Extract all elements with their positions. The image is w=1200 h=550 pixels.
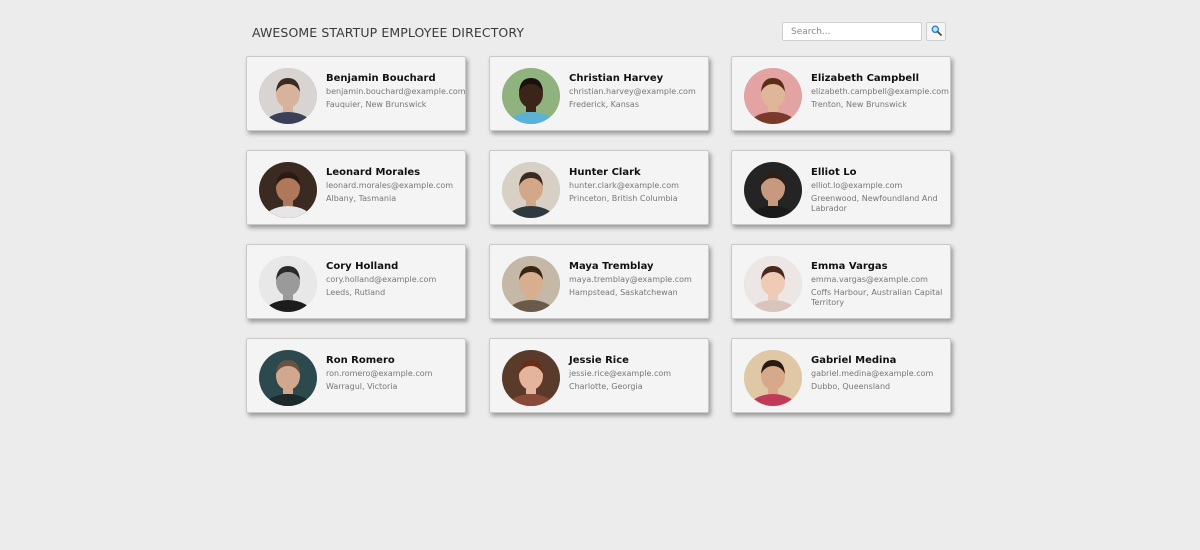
- avatar: [744, 162, 802, 218]
- employee-info: Christian Harvey christian.harvey@example…: [569, 73, 707, 110]
- employee-location: Charlotte, Georgia: [569, 382, 643, 391]
- avatar: [502, 256, 560, 312]
- avatar: [744, 256, 802, 312]
- employee-email: jessie.rice@example.com: [569, 369, 672, 378]
- employee-info: Elizabeth Campbell elizabeth.campbell@exa…: [811, 73, 949, 110]
- employee-card[interactable]: Elizabeth Campbell elizabeth.campbell@exa…: [731, 56, 951, 131]
- employee-name: Leonard Morales: [326, 167, 421, 178]
- employee-location: Trenton, New Brunswick: [811, 100, 907, 109]
- search-button[interactable]: [926, 22, 946, 41]
- avatar: [502, 350, 560, 406]
- employee-info: Benjamin Bouchard benjamin.bouchard@examp…: [326, 73, 466, 110]
- employee-card[interactable]: Elliot Lo elliot.lo@example.com Greenwood,…: [731, 150, 951, 225]
- employee-info: Maya Tremblay maya.tremblay@example.com Ha…: [569, 261, 707, 298]
- employee-name: Jessie Rice: [569, 355, 629, 366]
- employee-email: maya.tremblay@example.com: [569, 275, 692, 284]
- employee-name: Gabriel Medina: [811, 355, 897, 366]
- employee-location: Dubbo, Queensland: [811, 382, 891, 391]
- employee-location: Coffs Harbour, Australian Capital Territ…: [811, 288, 943, 307]
- search-input[interactable]: [782, 22, 922, 41]
- employee-location: Albany, Tasmania: [326, 194, 397, 203]
- employee-directory-page: AWESOME STARTUP EMPLOYEE DIRECTORY Benja…: [0, 0, 1200, 550]
- employee-location: Frederick, Kansas: [569, 100, 639, 109]
- avatar: [259, 350, 317, 406]
- employee-info: Elliot Lo elliot.lo@example.com Greenwood,…: [811, 167, 949, 214]
- employee-email: elliot.lo@example.com: [811, 181, 903, 190]
- avatar: [259, 162, 317, 218]
- employee-name: Elliot Lo: [811, 167, 857, 178]
- employee-card[interactable]: Emma Vargas emma.vargas@example.com Coffs …: [731, 244, 951, 319]
- employee-card[interactable]: Maya Tremblay maya.tremblay@example.com Ha…: [489, 244, 709, 319]
- employee-info: Jessie Rice jessie.rice@example.com Charlo…: [569, 355, 707, 392]
- employee-email: elizabeth.campbell@example.com: [811, 87, 949, 96]
- employee-email: benjamin.bouchard@example.com: [326, 87, 466, 96]
- employee-name: Christian Harvey: [569, 73, 664, 84]
- employee-info: Leonard Morales leonard.morales@example.c…: [326, 167, 464, 204]
- employee-location: Hampstead, Saskatchewan: [569, 288, 678, 297]
- employee-info: Gabriel Medina gabriel.medina@example.com…: [811, 355, 949, 392]
- employee-name: Cory Holland: [326, 261, 399, 272]
- employee-location: Fauquier, New Brunswick: [326, 100, 427, 109]
- employee-info: Cory Holland cory.holland@example.com Leed…: [326, 261, 464, 298]
- employee-name: Ron Romero: [326, 355, 395, 366]
- employee-name: Elizabeth Campbell: [811, 73, 920, 84]
- employee-info: Ron Romero ron.romero@example.com Warragul…: [326, 355, 464, 392]
- employee-email: cory.holland@example.com: [326, 275, 437, 284]
- avatar: [502, 162, 560, 218]
- employee-info: Emma Vargas emma.vargas@example.com Coffs …: [811, 261, 949, 308]
- avatar: [744, 350, 802, 406]
- employee-card[interactable]: Benjamin Bouchard benjamin.bouchard@examp…: [246, 56, 466, 131]
- employee-info: Hunter Clark hunter.clark@example.com Prin…: [569, 167, 707, 204]
- employee-name: Hunter Clark: [569, 167, 641, 178]
- employee-email: gabriel.medina@example.com: [811, 369, 934, 378]
- employee-card[interactable]: Jessie Rice jessie.rice@example.com Charlo…: [489, 338, 709, 413]
- employee-card[interactable]: Leonard Morales leonard.morales@example.c…: [246, 150, 466, 225]
- employee-email: christian.harvey@example.com: [569, 87, 696, 96]
- employee-card[interactable]: Cory Holland cory.holland@example.com Leed…: [246, 244, 466, 319]
- employee-email: hunter.clark@example.com: [569, 181, 679, 190]
- employee-name: Emma Vargas: [811, 261, 888, 272]
- employee-name: Benjamin Bouchard: [326, 73, 436, 84]
- avatar: [259, 68, 317, 124]
- avatar: [259, 256, 317, 312]
- employee-location: Warragul, Victoria: [326, 382, 398, 391]
- avatar: [744, 68, 802, 124]
- employee-location: Greenwood, Newfoundland And Labrador: [811, 194, 938, 213]
- magnifier-icon: [931, 24, 942, 39]
- employee-card[interactable]: Gabriel Medina gabriel.medina@example.com…: [731, 338, 951, 413]
- avatar: [502, 68, 560, 124]
- employee-location: Leeds, Rutland: [326, 288, 386, 297]
- employee-card[interactable]: Hunter Clark hunter.clark@example.com Prin…: [489, 150, 709, 225]
- employee-name: Maya Tremblay: [569, 261, 654, 272]
- header: AWESOME STARTUP EMPLOYEE DIRECTORY: [252, 22, 947, 42]
- employee-card[interactable]: Christian Harvey christian.harvey@example…: [489, 56, 709, 131]
- page-title: AWESOME STARTUP EMPLOYEE DIRECTORY: [252, 25, 525, 40]
- employee-email: leonard.morales@example.com: [326, 181, 454, 190]
- employee-card[interactable]: Ron Romero ron.romero@example.com Warragul…: [246, 338, 466, 413]
- employee-location: Princeton, British Columbia: [569, 194, 678, 203]
- employee-email: emma.vargas@example.com: [811, 275, 928, 284]
- employee-email: ron.romero@example.com: [326, 369, 433, 378]
